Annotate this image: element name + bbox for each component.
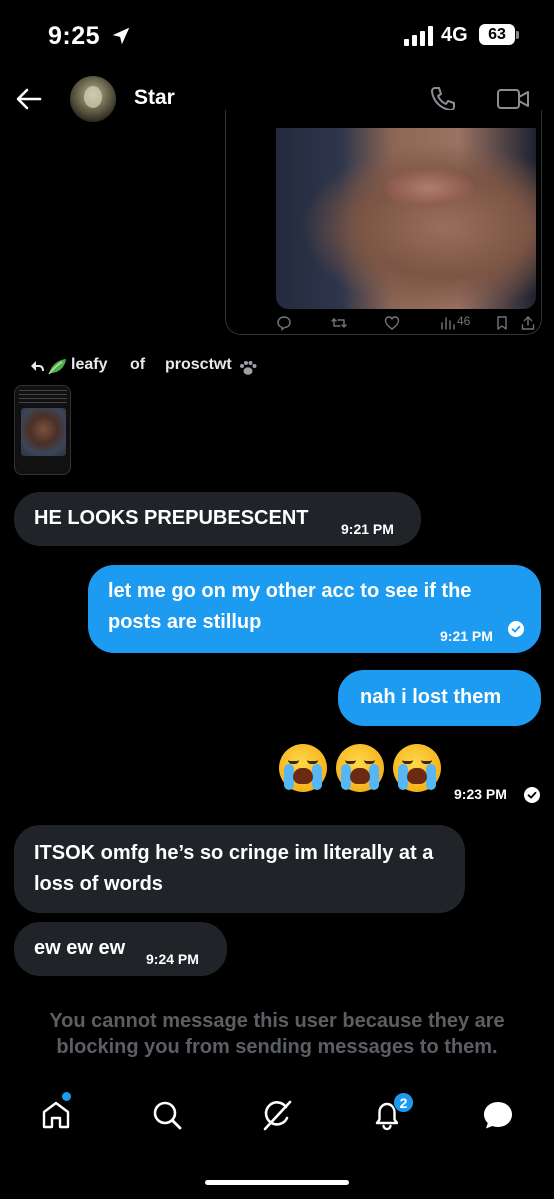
- messages-icon[interactable]: [481, 1098, 515, 1132]
- status-time: 9:25: [48, 22, 101, 50]
- message-time: 9:21 PM: [341, 521, 394, 537]
- leaf-icon: [48, 359, 66, 375]
- heart-icon[interactable]: [384, 315, 400, 331]
- retweet-icon[interactable]: [331, 315, 347, 331]
- photo-detail: [384, 168, 474, 208]
- search-icon[interactable]: [150, 1098, 184, 1132]
- tweet-photo[interactable]: [276, 128, 536, 309]
- message-time: 9:23 PM: [454, 786, 507, 802]
- shared-tweet-card[interactable]: 46: [225, 110, 542, 335]
- message-text: HE LOOKS PREPUBESCENT: [34, 507, 309, 529]
- message-time: 9:24 PM: [146, 951, 199, 967]
- reply-context-word: leafy: [71, 356, 108, 373]
- location-arrow-icon: [112, 27, 130, 45]
- avatar[interactable]: [70, 76, 116, 122]
- thumbnail-text: [19, 390, 67, 406]
- message-bubble[interactable]: ITSOK omfg he’s so cringe im literally a…: [14, 825, 465, 913]
- blocked-notice: You cannot message this user because the…: [49, 1010, 505, 1058]
- share-icon[interactable]: [520, 315, 536, 331]
- reply-context-word: of: [130, 356, 146, 373]
- back-arrow-icon[interactable]: [14, 84, 44, 114]
- message-bubble[interactable]: nah i lost them: [338, 670, 541, 726]
- battery-nub: [516, 31, 519, 39]
- crying-face-emoji: [393, 744, 441, 792]
- views-icon: [441, 317, 455, 330]
- views-count: 46: [457, 314, 471, 328]
- message-time: 9:21 PM: [440, 628, 493, 644]
- network-type: 4G: [441, 24, 468, 46]
- thumbnail-image: [21, 408, 66, 456]
- home-notification-dot: [62, 1092, 71, 1101]
- message-text: let me go on my other acc to see if the …: [108, 580, 472, 633]
- paw-icon: [240, 361, 257, 375]
- read-check-icon: [508, 621, 524, 637]
- crying-face-emoji: [279, 744, 327, 792]
- notifications-badge: 2: [393, 1092, 414, 1113]
- crying-face-emoji: [336, 744, 384, 792]
- home-icon[interactable]: [39, 1098, 73, 1132]
- tweet-actions: 46: [276, 313, 538, 333]
- quoted-tweet-thumbnail[interactable]: [14, 385, 71, 475]
- reply-arrow-icon: [31, 361, 44, 372]
- grok-icon[interactable]: [260, 1098, 294, 1132]
- contact-name[interactable]: Star: [134, 86, 175, 110]
- bottom-nav: 2: [0, 1084, 554, 1154]
- battery-level: 63: [479, 24, 515, 45]
- message-text: ITSOK omfg he’s so cringe im literally a…: [34, 842, 434, 895]
- reply-icon[interactable]: [276, 315, 292, 331]
- message-bubble[interactable]: HE LOOKS PREPUBESCENT 9:21 PM: [14, 492, 421, 546]
- message-bubble[interactable]: let me go on my other acc to see if the …: [88, 565, 541, 653]
- home-indicator: [205, 1180, 349, 1185]
- message-text: nah i lost them: [360, 686, 502, 708]
- status-bar: 9:25 4G 63: [0, 0, 554, 70]
- read-check-icon: [524, 787, 540, 803]
- message-bubble[interactable]: ew ew ew 9:24 PM: [14, 922, 227, 976]
- reply-context-word: prosctwt: [165, 356, 232, 373]
- bookmark-icon[interactable]: [494, 315, 510, 331]
- emoji-message[interactable]: [279, 744, 441, 794]
- message-text: ew ew ew: [34, 937, 126, 959]
- signal-icon: [404, 26, 433, 46]
